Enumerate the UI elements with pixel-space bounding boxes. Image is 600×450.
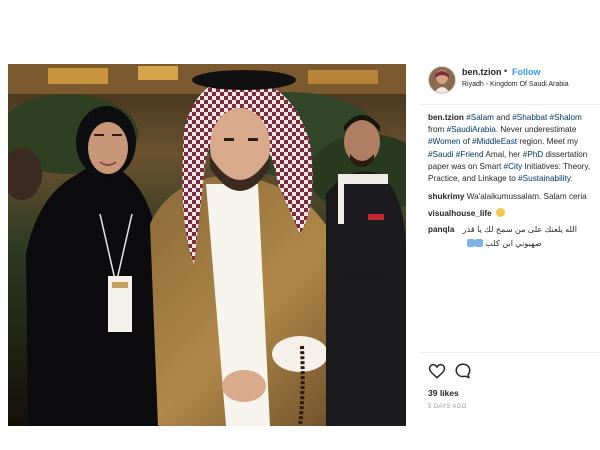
avatar[interactable]: [428, 66, 456, 94]
emoji-icon: [467, 239, 475, 247]
hashtag-link[interactable]: #Shalom: [550, 113, 582, 122]
comment-text-line-2: صهيوني ابن كلب: [466, 238, 542, 248]
hashtag-link[interactable]: #MiddleEast: [472, 137, 517, 146]
emoji-icon: [475, 239, 483, 247]
post-timestamp[interactable]: 5 DAYS AGO: [428, 404, 467, 410]
post-header: ben.tzion • Follow Riyadh - Kingdom Of S…: [406, 56, 600, 104]
likes-count[interactable]: 39 likes: [428, 388, 459, 398]
comment-bubble-icon[interactable]: [454, 362, 472, 380]
comment-item: shukrimy Wa'alaikumussalam. Salam ceria: [428, 192, 587, 201]
comment-username[interactable]: visualhouse_life: [428, 209, 492, 218]
post-side-panel: ben.tzion • Follow Riyadh - Kingdom Of S…: [406, 56, 600, 426]
location-link[interactable]: Riyadh - Kingdom Of Saudi Arabia: [462, 81, 569, 88]
actions-divider: [420, 352, 600, 353]
crying-face-emoji-icon: [496, 208, 505, 217]
comment-username[interactable]: shukrimy: [428, 192, 464, 201]
username-link[interactable]: ben.tzion: [462, 67, 502, 77]
hashtag-link[interactable]: #Sustainability: [518, 174, 570, 183]
instagram-post: ben.tzion • Follow Riyadh - Kingdom Of S…: [8, 56, 600, 426]
post-photo: [8, 64, 406, 426]
photo-illustration: [8, 64, 406, 426]
hashtag-link[interactable]: #Friend: [456, 150, 484, 159]
comment-item: panqla الله يلعنك على من سمح لك يا قذر: [428, 224, 577, 234]
hashtag-link[interactable]: #SaudiArabia: [447, 125, 496, 134]
follow-button[interactable]: Follow: [512, 67, 541, 77]
avatar-icon: [429, 67, 455, 93]
hashtag-link[interactable]: #PhD: [523, 150, 543, 159]
caption: ben.tzion #Salam and #Shabbat #Shalom fr…: [428, 113, 591, 184]
comment-text: Wa'alaikumussalam. Salam ceria: [466, 192, 587, 201]
hashtag-link[interactable]: #Salam: [466, 113, 494, 122]
hashtag-link[interactable]: #Saudi: [428, 150, 454, 159]
heart-icon[interactable]: [428, 362, 446, 380]
hashtag-link[interactable]: #City: [504, 162, 523, 171]
hashtag-link[interactable]: #Women: [428, 137, 461, 146]
hashtag-link[interactable]: #Shabbat: [512, 113, 547, 122]
caption-username[interactable]: ben.tzion: [428, 113, 464, 122]
header-divider: [420, 104, 600, 105]
comment-text: الله يلعنك على من سمح لك يا قذر: [462, 225, 578, 234]
separator-dot: •: [504, 66, 508, 76]
comment-username[interactable]: panqla: [428, 225, 454, 234]
comment-item: visualhouse_life: [428, 208, 505, 218]
